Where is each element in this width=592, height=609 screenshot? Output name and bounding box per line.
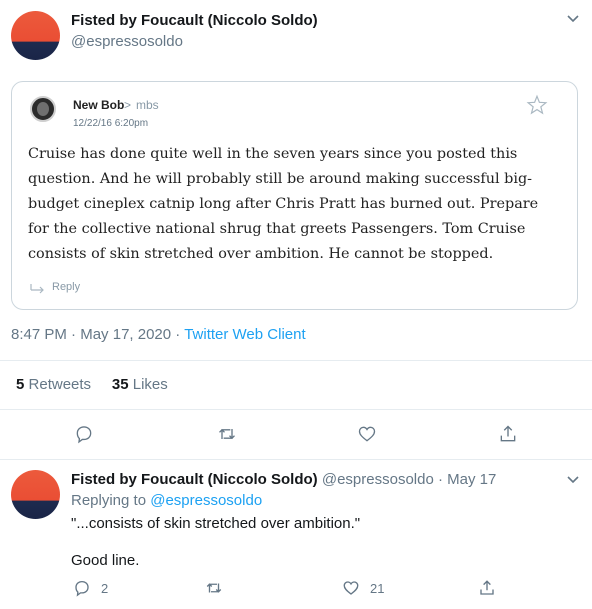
- star-icon: [526, 94, 548, 115]
- likes-label: Likes: [132, 376, 168, 393]
- retweet-button[interactable]: [217, 424, 237, 444]
- tweet-time[interactable]: 8:47 PM: [11, 326, 67, 343]
- replying-to-mention[interactable]: @espressosoldo: [150, 492, 262, 509]
- retweets-stat[interactable]: 5 Retweets: [16, 376, 91, 393]
- reply-arrow-icon: [30, 284, 44, 294]
- divider: [0, 459, 592, 460]
- heart-icon: [343, 581, 359, 595]
- author-display-name[interactable]: Fisted by Foucault (Niccolo Soldo): [71, 12, 318, 29]
- reply-icon: [75, 580, 89, 597]
- quote-reply-label: Reply: [52, 281, 81, 293]
- quoted-comment-card: New Bob > mbs 12/22/16 6:20pm Cruise has…: [11, 81, 578, 310]
- reply-author-avatar[interactable]: [11, 470, 60, 519]
- replying-to: Replying to @espressosoldo: [71, 492, 262, 509]
- quote-timestamp: 12/22/16 6:20pm: [73, 118, 149, 129]
- tweet-meta: 8:47 PM · May 17, 2020 · Twitter Web Cli…: [11, 326, 306, 343]
- reply-body-line: Good line.: [71, 552, 140, 569]
- likes-count: 35: [111, 376, 129, 393]
- likes-stat[interactable]: 35 Likes: [112, 376, 168, 393]
- replying-to-prefix: Replying to: [71, 492, 147, 509]
- like-button[interactable]: [357, 424, 377, 444]
- reply-reply-count: 2: [101, 581, 109, 596]
- quote-body-text: Cruise has done quite well in the seven …: [28, 146, 539, 262]
- retweet-icon: [219, 428, 235, 440]
- chevron-down-icon[interactable]: [566, 475, 580, 485]
- reply-meta-separator: ·: [437, 471, 443, 488]
- retweets-label: Retweets: [28, 376, 92, 393]
- reply-author-handle[interactable]: @espressosoldo: [322, 471, 434, 488]
- share-icon: [480, 580, 494, 595]
- tweet-stats: 5 Retweets 35 Likes: [16, 376, 168, 393]
- quote-author-handle: mbs: [136, 98, 159, 112]
- tweet-client-link[interactable]: Twitter Web Client: [184, 326, 305, 343]
- heart-icon: [358, 426, 376, 442]
- reply-icon: [76, 426, 92, 444]
- author-avatar[interactable]: [11, 11, 60, 60]
- meta-separator: ·: [175, 326, 181, 343]
- quote-reply-separator: >: [124, 98, 132, 112]
- author-handle[interactable]: @espressosoldo: [71, 33, 183, 50]
- divider: [0, 409, 592, 410]
- reply-author-name[interactable]: Fisted by Foucault (Niccolo Soldo): [71, 471, 318, 488]
- share-icon: [500, 425, 516, 442]
- reply-header: Fisted by Foucault (Niccolo Soldo) @espr…: [71, 471, 496, 488]
- retweet-icon: [206, 583, 222, 593]
- retweets-count: 5: [16, 376, 25, 393]
- quote-author-name: New Bob: [73, 98, 125, 112]
- meta-separator: ·: [71, 326, 77, 343]
- tweet-date[interactable]: May 17, 2020: [80, 326, 171, 343]
- reply-date[interactable]: May 17: [447, 471, 496, 488]
- reply-button[interactable]: [74, 424, 94, 444]
- chevron-down-icon[interactable]: [566, 14, 580, 24]
- reply-body-line: "...consists of skin stretched over ambi…: [71, 515, 361, 532]
- reply-like-count: 21: [370, 581, 385, 596]
- share-button[interactable]: [498, 424, 518, 444]
- divider: [0, 360, 592, 361]
- quote-author-avatar: [30, 96, 56, 122]
